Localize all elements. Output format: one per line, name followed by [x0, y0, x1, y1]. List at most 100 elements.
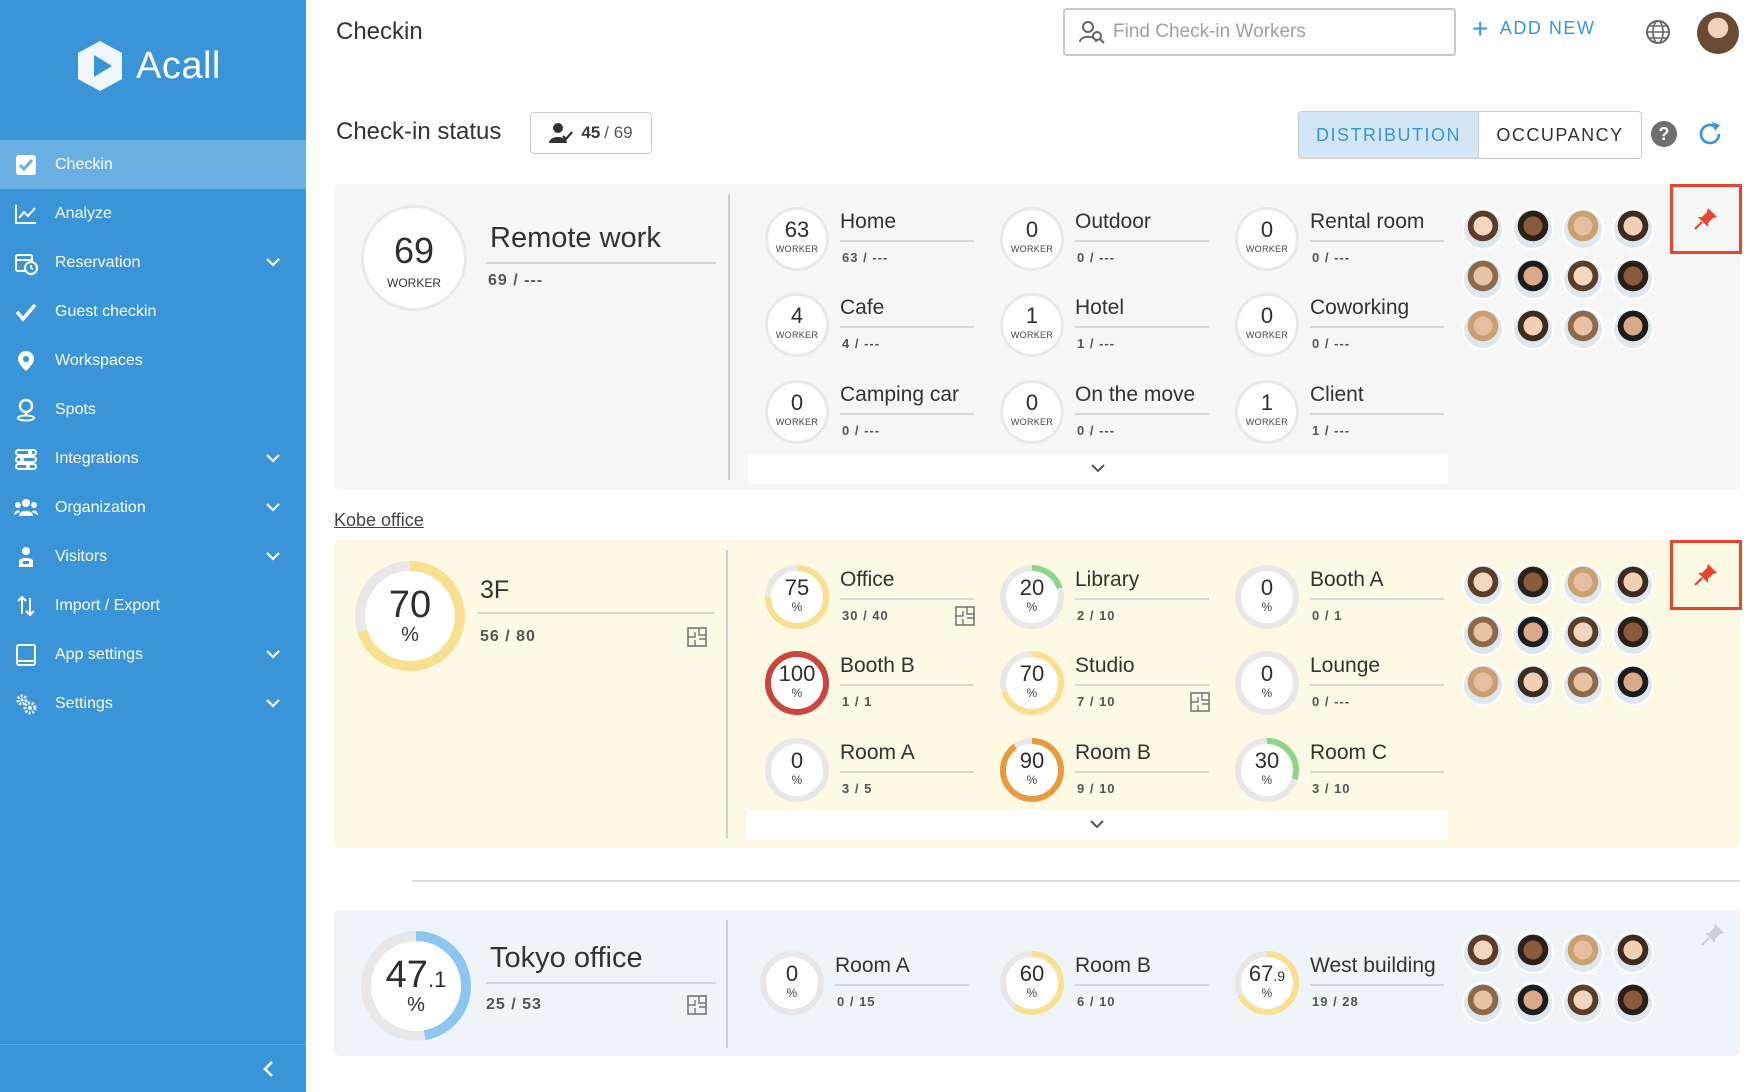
item-value-main: 0	[1260, 303, 1274, 328]
sidebar-item-checkin[interactable]: Checkin	[0, 140, 306, 189]
person-avatar[interactable]	[1462, 208, 1504, 250]
sidebar-item-import-export[interactable]: Import / Export	[0, 581, 306, 630]
checked-in-people	[1462, 932, 1654, 1024]
person-avatar[interactable]	[1562, 258, 1604, 300]
sidebar-item-integrations[interactable]: Integrations	[0, 434, 306, 483]
item-count: 7 / 10	[1077, 694, 1116, 709]
item-west-building[interactable]: 67.9% West building 19 / 28	[1234, 950, 1474, 1030]
sidebar-item-spots[interactable]: Spots	[0, 385, 306, 434]
checked-in-people	[1462, 564, 1654, 706]
kobe-3f-floor-plan-icon[interactable]	[686, 626, 708, 653]
item-client[interactable]: 1 WORKER Client 1 / ---	[1234, 379, 1474, 459]
item-booth-a[interactable]: 0% Booth A 0 / 1	[1234, 564, 1474, 644]
person-avatar[interactable]	[1612, 614, 1654, 656]
tab-occupancy[interactable]: OCCUPANCY	[1479, 112, 1641, 158]
search-user-icon	[1079, 21, 1105, 44]
sidebar-collapse-button[interactable]	[0, 1044, 306, 1092]
person-avatar[interactable]	[1612, 932, 1654, 974]
item-name: On the move	[1075, 383, 1196, 406]
item-value: 60	[999, 961, 1065, 987]
person-avatar[interactable]	[1462, 614, 1504, 656]
person-avatar[interactable]	[1612, 982, 1654, 1024]
sidebar-item-settings[interactable]: Settings	[0, 679, 306, 728]
item-room-b[interactable]: 90% Room B 9 / 10	[999, 737, 1239, 817]
tokyo-floor-plan-icon[interactable]	[686, 994, 708, 1021]
person-avatar[interactable]	[1562, 308, 1604, 350]
item-room-c[interactable]: 30% Room C 3 / 10	[1234, 737, 1474, 817]
sidebar-item-analyze[interactable]: Analyze	[0, 189, 306, 238]
sidebar-item-organization[interactable]: Organization	[0, 483, 306, 532]
user-avatar[interactable]	[1697, 12, 1739, 54]
pin-icon[interactable]	[1670, 540, 1742, 610]
person-avatar[interactable]	[1612, 564, 1654, 606]
person-avatar[interactable]	[1462, 982, 1504, 1024]
person-avatar[interactable]	[1612, 308, 1654, 350]
item-office[interactable]: 75% Office 30 / 40	[764, 564, 1004, 644]
item-name: Library	[1075, 568, 1140, 591]
tab-distribution[interactable]: DISTRIBUTION	[1299, 112, 1479, 158]
sidebar-item-workspaces[interactable]: Workspaces	[0, 336, 306, 385]
item-room-b[interactable]: 60% Room B 6 / 10	[999, 950, 1239, 1030]
expand-list-button[interactable]	[746, 810, 1448, 840]
person-avatar[interactable]	[1512, 564, 1554, 606]
person-avatar[interactable]	[1612, 208, 1654, 250]
item-cafe[interactable]: 4 WORKER Cafe 4 / ---	[764, 292, 1004, 372]
person-avatar[interactable]	[1512, 308, 1554, 350]
person-avatar[interactable]	[1562, 208, 1604, 250]
add-new-button[interactable]: + ADD NEW	[1472, 14, 1595, 42]
person-avatar[interactable]	[1512, 258, 1554, 300]
sidebar-item-reservation[interactable]: Reservation	[0, 238, 306, 287]
person-avatar[interactable]	[1562, 664, 1604, 706]
person-avatar[interactable]	[1612, 258, 1654, 300]
search-box[interactable]	[1063, 8, 1456, 56]
sidebar-item-guest-checkin[interactable]: Guest checkin	[0, 287, 306, 336]
item-name: Office	[840, 568, 895, 591]
globe-icon[interactable]	[1645, 19, 1671, 45]
person-avatar[interactable]	[1462, 664, 1504, 706]
person-avatar[interactable]	[1512, 208, 1554, 250]
person-avatar[interactable]	[1562, 982, 1604, 1024]
person-avatar[interactable]	[1512, 982, 1554, 1024]
person-avatar[interactable]	[1462, 564, 1504, 606]
app-logo[interactable]: Acall	[72, 38, 221, 94]
item-on-the-move[interactable]: 0 WORKER On the move 0 / ---	[999, 379, 1239, 459]
sidebar-item-visitors[interactable]: Visitors	[0, 532, 306, 581]
help-icon[interactable]: ?	[1651, 121, 1677, 147]
item-room-a[interactable]: 0% Room A 0 / 15	[759, 950, 999, 1030]
pin-icon[interactable]	[1700, 922, 1726, 953]
item-outdoor[interactable]: 0 WORKER Outdoor 0 / ---	[999, 206, 1239, 286]
person-avatar[interactable]	[1562, 614, 1604, 656]
person-avatar[interactable]	[1462, 308, 1504, 350]
item-home[interactable]: 63 WORKER Home 63 / ---	[764, 206, 1004, 286]
item-value: 0	[1234, 575, 1300, 601]
item-room-a[interactable]: 0% Room A 3 / 5	[764, 737, 1004, 817]
kobe-3f-count: 56 / 80	[480, 628, 536, 645]
item-library[interactable]: 20% Library 2 / 10	[999, 564, 1239, 644]
item-lounge[interactable]: 0% Lounge 0 / ---	[1234, 650, 1474, 730]
kobe-office-link[interactable]: Kobe office	[334, 510, 424, 531]
person-avatar[interactable]	[1612, 664, 1654, 706]
item-rental-room[interactable]: 0 WORKER Rental room 0 / ---	[1234, 206, 1474, 286]
floor-plan-icon[interactable]	[954, 605, 976, 632]
person-avatar[interactable]	[1512, 614, 1554, 656]
person-avatar[interactable]	[1562, 564, 1604, 606]
person-avatar[interactable]	[1562, 932, 1604, 974]
item-count: 19 / 28	[1312, 994, 1359, 1009]
item-studio[interactable]: 70% Studio 7 / 10	[999, 650, 1239, 730]
person-avatar[interactable]	[1462, 258, 1504, 300]
item-hotel[interactable]: 1 WORKER Hotel 1 / ---	[999, 292, 1239, 372]
sidebar-item-app-settings[interactable]: App settings	[0, 630, 306, 679]
person-avatar[interactable]	[1512, 932, 1554, 974]
pin-icon[interactable]	[1670, 184, 1742, 254]
refresh-icon[interactable]	[1696, 120, 1724, 148]
item-camping-car[interactable]: 0 WORKER Camping car 0 / ---	[764, 379, 1004, 459]
search-input[interactable]	[1113, 21, 1433, 43]
location-icon	[12, 396, 40, 424]
person-avatar[interactable]	[1512, 664, 1554, 706]
person-avatar[interactable]	[1462, 932, 1504, 974]
floor-plan-icon[interactable]	[1189, 691, 1211, 718]
expand-list-button[interactable]	[748, 454, 1448, 484]
item-booth-b[interactable]: 100% Booth B 1 / 1	[764, 650, 1004, 730]
item-name: Camping car	[840, 383, 960, 406]
item-coworking[interactable]: 0 WORKER Coworking 0 / ---	[1234, 292, 1474, 372]
